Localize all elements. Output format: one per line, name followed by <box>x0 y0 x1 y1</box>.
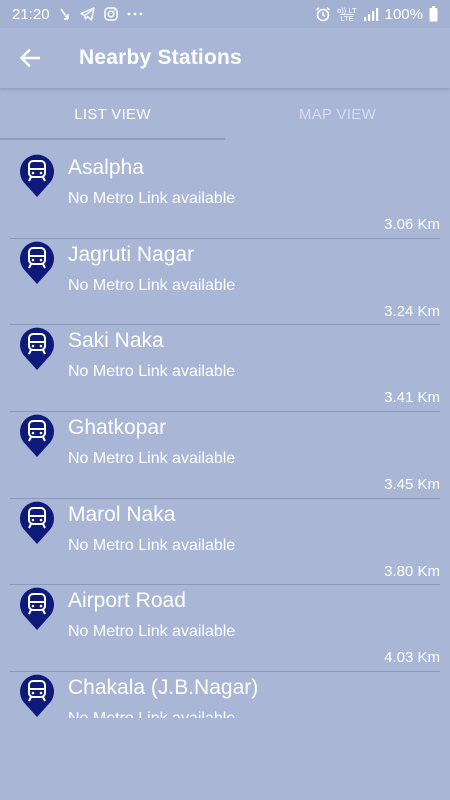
status-time: 21:20 <box>12 5 50 23</box>
station-row[interactable]: Chakala (J.B.Nagar) No Metro Link availab… <box>10 672 440 718</box>
tab-indicator <box>0 138 225 140</box>
back-button[interactable] <box>0 28 60 88</box>
station-list[interactable]: Asalpha No Metro Link available 3.06 Km Ja… <box>0 152 450 718</box>
tab-bar: LIST VIEW MAP VIEW <box>0 88 450 140</box>
station-link-status: No Metro Link available <box>68 450 236 468</box>
station-name: Ghatkopar <box>68 416 167 440</box>
station-distance: 3.45 Km <box>384 476 440 494</box>
station-name: Jagruti Nagar <box>68 242 195 266</box>
missed-call-icon <box>59 6 71 22</box>
station-link-status: No Metro Link available <box>68 276 236 294</box>
metro-pin-icon <box>18 585 56 631</box>
metro-pin-icon <box>18 499 56 545</box>
station-distance: 3.41 Km <box>384 389 440 407</box>
metro-pin-icon <box>18 412 56 458</box>
station-name: Saki Naka <box>68 329 164 353</box>
app-bar: Nearby Stations <box>0 28 450 88</box>
station-row[interactable]: Jagruti Nagar No Metro Link available 3.24… <box>10 239 440 326</box>
metro-pin-icon <box>18 325 56 371</box>
tab-label: MAP VIEW <box>298 105 377 123</box>
station-distance: 3.80 Km <box>384 562 440 580</box>
telegram-icon <box>79 6 95 22</box>
page-title: Nearby Stations <box>79 46 242 69</box>
station-link-status: No Metro Link available <box>68 710 235 718</box>
status-bar: 21:20 Vo)) LTELTE 100% <box>0 0 450 28</box>
metro-pin-icon <box>18 239 56 285</box>
svg-text:LTE: LTE <box>340 14 353 23</box>
station-name: Marol Naka <box>68 502 176 526</box>
battery-icon <box>429 6 438 22</box>
battery-percent: 100% <box>384 5 423 23</box>
station-name: Asalpha <box>68 156 144 179</box>
station-distance: 3.06 Km <box>384 216 440 233</box>
signal-icon <box>363 6 379 22</box>
station-name: Airport Road <box>68 589 186 613</box>
tab-list-view[interactable]: LIST VIEW <box>0 88 225 140</box>
metro-pin-icon <box>18 152 56 198</box>
metro-pin-icon <box>18 672 56 718</box>
more-dots-icon <box>127 6 143 22</box>
instagram-icon <box>103 6 118 22</box>
station-distance: 3.24 Km <box>384 302 440 320</box>
station-link-status: No Metro Link available <box>68 190 236 207</box>
tab-label: LIST VIEW <box>74 105 151 123</box>
station-link-status: No Metro Link available <box>68 623 236 641</box>
station-row[interactable]: Airport Road No Metro Link available 4.03 … <box>10 585 440 673</box>
station-row[interactable]: Saki Naka No Metro Link available 3.41 Km <box>10 325 440 413</box>
station-row[interactable]: Ghatkopar No Metro Link available 3.45 Km <box>10 412 440 499</box>
station-row[interactable]: Marol Naka No Metro Link available 3.80 Km <box>10 499 440 586</box>
station-row[interactable]: Asalpha No Metro Link available 3.06 Km <box>10 152 440 239</box>
station-name: Chakala (J.B.Nagar) <box>68 676 259 700</box>
station-link-status: No Metro Link available <box>68 363 236 381</box>
arrow-back-icon <box>20 49 40 67</box>
volte-icon: Vo)) LTELTE <box>337 6 357 23</box>
alarm-icon <box>315 6 331 22</box>
tab-map-view[interactable]: MAP VIEW <box>225 88 450 140</box>
station-distance: 4.03 Km <box>384 649 440 667</box>
station-link-status: No Metro Link available <box>68 536 236 554</box>
